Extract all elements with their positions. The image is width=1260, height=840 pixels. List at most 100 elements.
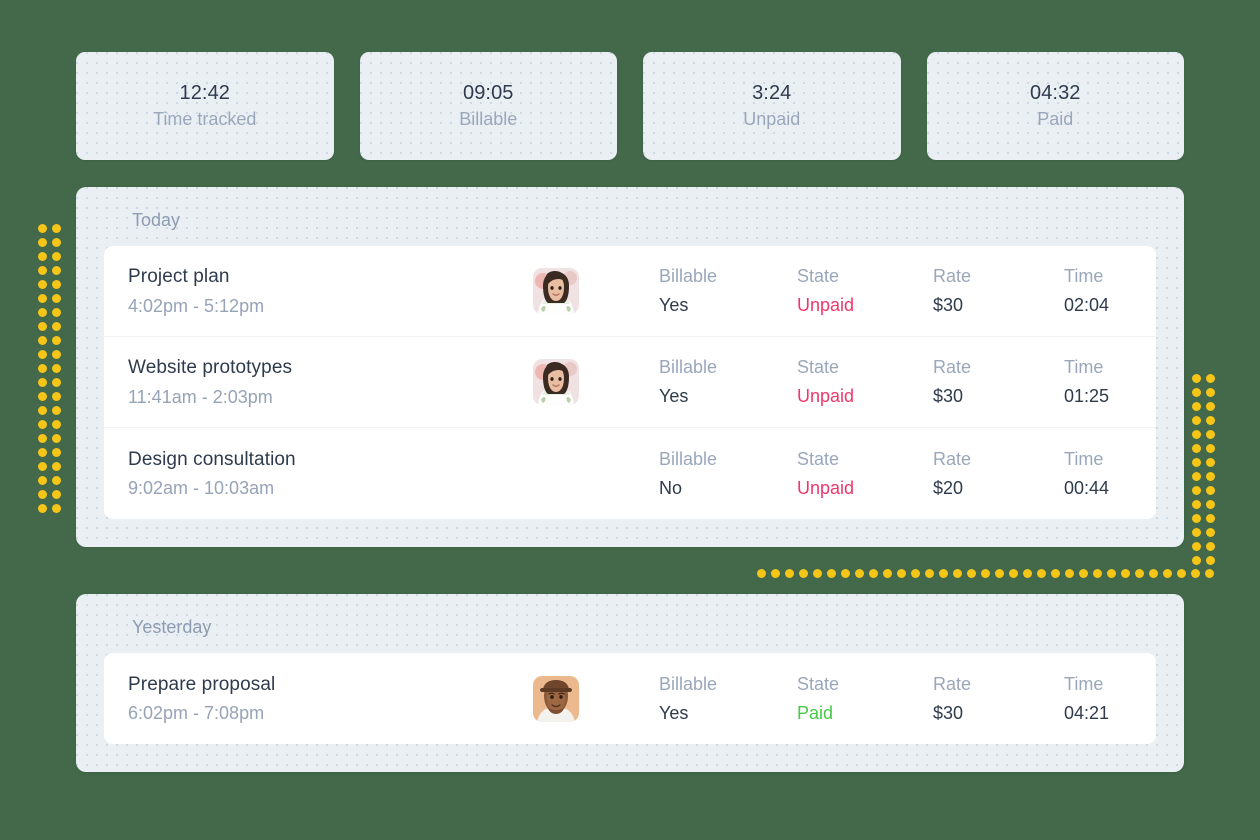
decorative-dot	[785, 569, 794, 578]
entry-field-time: Time 00:44	[1064, 446, 1156, 502]
decorative-dot	[52, 336, 61, 345]
decorative-dot	[38, 364, 47, 373]
decorative-dot	[869, 569, 878, 578]
decorative-dot	[1192, 514, 1201, 523]
decorative-dot	[38, 266, 47, 275]
entry-title[interactable]: Design consultation	[128, 446, 528, 474]
entry-field-billable: Billable No	[659, 446, 797, 502]
field-value-billable[interactable]: Yes	[659, 292, 797, 319]
decorative-dot	[1163, 569, 1172, 578]
decorative-dot	[841, 569, 850, 578]
entry-main: Prepare proposal 6:02pm - 7:08pm	[128, 671, 528, 728]
entry-time-range: 11:41am - 2:03pm	[128, 386, 273, 407]
decorative-dot	[1135, 569, 1144, 578]
decorative-dot	[1192, 430, 1201, 439]
decorative-dot	[1191, 569, 1200, 578]
entry-field-rate: Rate $30	[933, 263, 1064, 319]
decorative-dot	[1206, 528, 1215, 537]
field-value-time[interactable]: 04:21	[1064, 700, 1156, 727]
field-value-time[interactable]: 00:44	[1064, 475, 1156, 502]
entry-title[interactable]: Prepare proposal	[128, 671, 528, 699]
entry-field-billable: Billable Yes	[659, 354, 797, 410]
entry-fields: Billable Yes State Paid Rate $30 Time 04:21	[584, 671, 1156, 727]
field-value-billable[interactable]: Yes	[659, 700, 797, 727]
day-group-yesterday: Yesterday Prepare proposal 6:02pm - 7:08p…	[76, 594, 1184, 773]
entry-field-time: Time 04:21	[1064, 671, 1156, 727]
entry-time-range: 4:02pm - 5:12pm	[128, 295, 265, 316]
stat-card[interactable]: 04:32 Paid	[926, 52, 1184, 160]
stat-card[interactable]: 09:05 Billable	[359, 52, 617, 160]
stat-value: 04:32	[1029, 81, 1081, 104]
decorative-dot	[1093, 569, 1102, 578]
field-label-billable: Billable	[659, 357, 718, 378]
decorative-dot	[38, 350, 47, 359]
decorative-dot	[1149, 569, 1158, 578]
stat-label: Time tracked	[153, 108, 257, 129]
field-label-state: State	[797, 266, 840, 287]
field-value-rate[interactable]: $30	[933, 700, 1064, 727]
decorative-dot	[771, 569, 780, 578]
woman-avatar[interactable]	[533, 268, 579, 315]
decorative-dot	[911, 569, 920, 578]
decorative-dot	[38, 490, 47, 499]
entry-avatar-slot	[528, 268, 584, 315]
decorative-dot	[52, 462, 61, 471]
decorative-dot	[52, 238, 61, 247]
time-entry-row[interactable]: Website prototypes 11:41am - 2:03pm Billab…	[104, 337, 1156, 429]
field-value-rate[interactable]: $30	[933, 292, 1064, 319]
stat-card[interactable]: 12:42 Time tracked	[76, 52, 334, 160]
time-entry-row[interactable]: Prepare proposal 6:02pm - 7:08pm Billable Y…	[104, 653, 1156, 744]
decorative-dot	[1023, 569, 1032, 578]
field-value-time[interactable]: 02:04	[1064, 292, 1156, 319]
entry-title[interactable]: Website prototypes	[128, 354, 528, 382]
decorative-dot	[52, 490, 61, 499]
field-value-state[interactable]: Paid	[797, 700, 933, 727]
decorative-dot	[38, 392, 47, 401]
time-entry-row[interactable]: Design consultation 9:02am - 10:03am Billa…	[104, 428, 1156, 519]
field-value-rate[interactable]: $30	[933, 383, 1064, 410]
decorative-dot	[38, 504, 47, 513]
decorative-dot	[52, 378, 61, 387]
field-label-rate: Rate	[933, 266, 972, 287]
decorative-dot	[38, 476, 47, 485]
field-label-state: State	[797, 673, 840, 694]
field-value-state[interactable]: Unpaid	[797, 292, 933, 319]
decorative-dot	[52, 392, 61, 401]
decorative-dot	[1192, 556, 1201, 565]
decorative-dot	[38, 406, 47, 415]
decorative-dot	[52, 448, 61, 457]
woman-avatar[interactable]	[533, 359, 579, 406]
entry-main: Project plan 4:02pm - 5:12pm	[128, 263, 528, 320]
field-label-state: State	[797, 448, 840, 469]
decorative-dot	[1192, 528, 1201, 537]
decorative-dot	[1192, 486, 1201, 495]
decorative-dot	[38, 294, 47, 303]
entry-field-state: State Unpaid	[797, 354, 933, 410]
decorative-dot	[1037, 569, 1046, 578]
field-value-state[interactable]: Unpaid	[797, 383, 933, 410]
field-value-billable[interactable]: Yes	[659, 383, 797, 410]
entry-avatar-slot	[528, 675, 584, 722]
entry-title[interactable]: Project plan	[128, 263, 528, 291]
decorative-dot	[813, 569, 822, 578]
decorative-dot	[38, 322, 47, 331]
time-entry-row[interactable]: Project plan 4:02pm - 5:12pm Billable Yes St…	[104, 246, 1156, 338]
decorative-dot	[1205, 569, 1214, 578]
decorative-dot	[1206, 458, 1215, 467]
decorative-dot	[1121, 569, 1130, 578]
field-label-rate: Rate	[933, 673, 972, 694]
decorative-dot	[38, 448, 47, 457]
field-value-billable[interactable]: No	[659, 475, 797, 502]
field-value-time[interactable]: 01:25	[1064, 383, 1156, 410]
entry-field-time: Time 02:04	[1064, 263, 1156, 319]
field-value-state[interactable]: Unpaid	[797, 475, 933, 502]
stat-value: 09:05	[462, 81, 514, 104]
entry-field-state: State Unpaid	[797, 263, 933, 319]
stat-value: 3:24	[752, 81, 792, 104]
field-value-rate[interactable]: $20	[933, 475, 1064, 502]
field-label-rate: Rate	[933, 448, 972, 469]
man-avatar[interactable]	[533, 675, 579, 722]
field-label-time: Time	[1064, 266, 1104, 287]
stat-card[interactable]: 3:24 Unpaid	[643, 52, 901, 160]
day-group-title: Yesterday	[132, 617, 212, 637]
